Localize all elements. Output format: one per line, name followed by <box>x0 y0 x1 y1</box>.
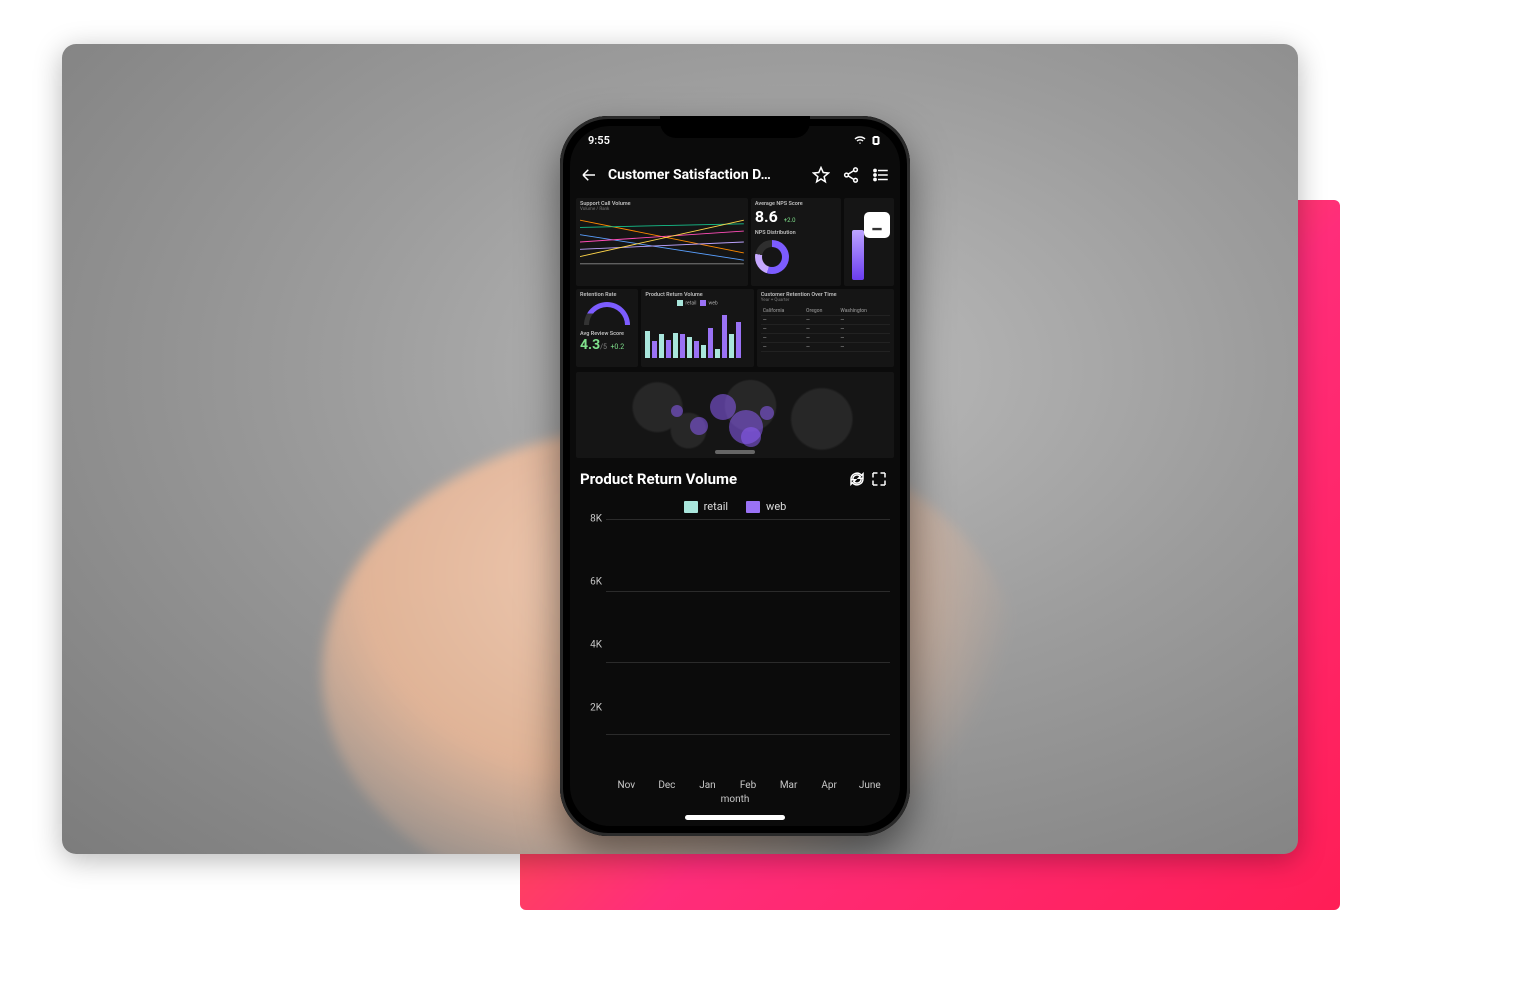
table-row: ——— <box>761 343 890 352</box>
column-bar-icon <box>852 230 864 280</box>
table-row: ——— <box>761 334 890 343</box>
avg-review-value: 4.3/5 +0.2 <box>580 337 634 353</box>
donut-chart-icon <box>755 240 789 274</box>
tile-product-return-mini[interactable]: Product Return Volume retail web <box>641 289 753 367</box>
tile-retention-rate[interactable]: Retention Rate 82% Avg Review Score 4.3/… <box>576 289 638 367</box>
x-tick: Nov <box>606 780 647 791</box>
scroll-indicator <box>715 450 755 454</box>
y-tick: 4K <box>590 640 602 651</box>
gridline <box>606 662 890 663</box>
review-outof: /5 <box>600 343 607 351</box>
x-tick: Mar <box>768 780 809 791</box>
review-delta: +0.2 <box>610 343 624 351</box>
y-tick: 6K <box>590 577 602 588</box>
status-icons <box>854 134 882 146</box>
x-tick: June <box>849 780 890 791</box>
x-tick: Jan <box>687 780 728 791</box>
expand-icon <box>870 470 888 488</box>
app-bar: Customer Satisfaction D… <box>570 154 900 196</box>
retention-value: 82% <box>584 319 630 327</box>
legend-web: web <box>746 500 786 513</box>
x-tick: Feb <box>728 780 769 791</box>
gridline <box>606 734 890 735</box>
back-button[interactable] <box>578 164 600 186</box>
page-title: Customer Satisfaction D… <box>608 167 802 183</box>
tile-retention-table[interactable]: Customer Retention Over Time Year + Quar… <box>757 289 894 367</box>
mini-bar-chart-icon <box>645 312 749 358</box>
retention-table: California Oregon Washington ——— ——— ———… <box>761 307 890 352</box>
table-row: ——— <box>761 325 890 334</box>
table-header: California <box>761 307 804 316</box>
chart-legend: retail web <box>580 500 890 513</box>
y-axis: 2K4K6K8K <box>580 519 604 771</box>
table-header: Oregon <box>804 307 838 316</box>
bump-chart-icon <box>580 212 744 272</box>
x-axis-label: month <box>580 794 890 805</box>
x-tick: Dec <box>647 780 688 791</box>
tile-title: Product Return Volume <box>645 292 749 298</box>
share-button[interactable] <box>840 164 862 186</box>
share-icon <box>842 166 860 184</box>
fullscreen-button[interactable] <box>868 468 890 490</box>
dashboard-overview[interactable]: Support Call Volume Volume / Rank Averag… <box>570 196 900 369</box>
tile-nps-column[interactable] <box>844 198 894 286</box>
legend-retail: retail <box>677 300 696 306</box>
status-time: 9:55 <box>588 134 610 147</box>
refresh-icon <box>848 470 866 488</box>
phone-screen: 9:55 Customer Satisfaction D… <box>570 126 900 826</box>
refresh-button[interactable] <box>846 468 868 490</box>
y-tick: 2K <box>590 703 602 714</box>
tile-title: NPS Distribution <box>755 230 837 236</box>
export-button[interactable] <box>864 212 890 238</box>
review-value: 4.3 <box>580 337 600 353</box>
table-row: ——— <box>761 316 890 325</box>
legend-retail: retail <box>684 500 728 513</box>
nps-delta: +2.0 <box>784 217 796 224</box>
battery-icon <box>870 134 882 146</box>
map-bubble <box>671 405 683 417</box>
section-product-return: Product Return Volume retail web 2K 4K 6K 8… <box>570 458 900 811</box>
gridline <box>606 591 890 592</box>
star-icon <box>812 166 830 184</box>
list-icon <box>872 166 890 184</box>
y-tick: 8K <box>590 514 602 525</box>
tile-world-map[interactable] <box>576 372 894 458</box>
tile-subtitle: Year + Quarter <box>761 298 890 303</box>
tile-support-call-volume[interactable]: Support Call Volume Volume / Rank <box>576 198 748 286</box>
x-tick: Apr <box>809 780 850 791</box>
tile-nps-score[interactable]: Average NPS Score 8.6 +2.0 NPS Distribut… <box>751 198 841 286</box>
table-header: Washington <box>838 307 890 316</box>
bar-chart[interactable]: 2K4K6K8K NovDecJanFebMarAprJune month <box>580 519 890 805</box>
section-title: Product Return Volume <box>580 470 846 488</box>
gridline <box>606 519 890 520</box>
home-indicator[interactable] <box>685 815 785 820</box>
phone-frame: 9:55 Customer Satisfaction D… <box>560 116 910 836</box>
favorite-button[interactable] <box>810 164 832 186</box>
gauge-chart-icon: 82% <box>584 302 630 325</box>
x-axis: NovDecJanFebMarAprJune <box>606 780 890 791</box>
wifi-icon <box>854 134 866 146</box>
photo-card: 9:55 Customer Satisfaction D… <box>62 44 1298 854</box>
arrow-left-icon <box>580 166 598 184</box>
legend-web: web <box>700 300 717 306</box>
nps-value: 8.6 <box>755 207 778 226</box>
download-icon <box>870 218 884 232</box>
mini-legend: retail web <box>645 300 749 306</box>
tile-title: Retention Rate <box>580 292 634 298</box>
list-button[interactable] <box>870 164 892 186</box>
phone-notch <box>660 116 810 138</box>
